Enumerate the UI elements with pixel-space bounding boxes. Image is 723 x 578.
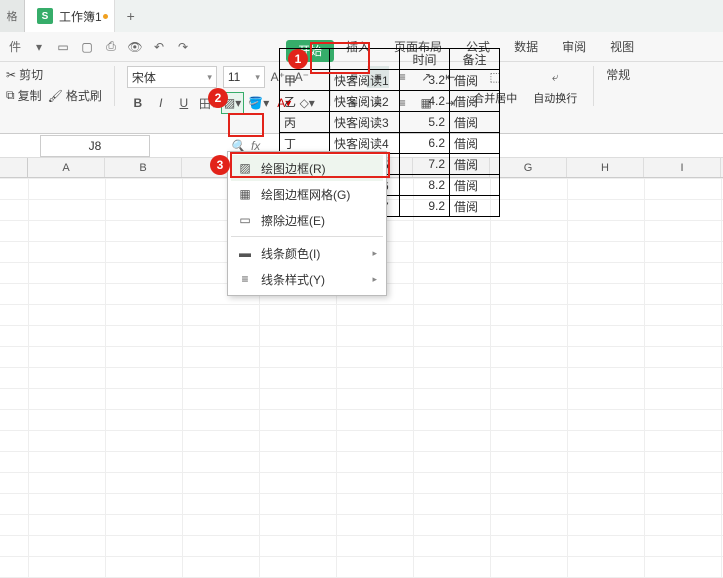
menu-draw-grid[interactable]: ▦ 绘图边框网格(G)	[231, 181, 383, 207]
redo-icon[interactable]: ↷	[172, 36, 194, 58]
wps-sheet-icon: S	[37, 8, 53, 24]
cell[interactable]: 5.2	[400, 112, 450, 133]
name-box[interactable]: J8	[40, 135, 150, 157]
callout-box-1	[310, 42, 370, 74]
eraser-icon: ▭	[237, 212, 253, 228]
menu-separator	[231, 236, 383, 237]
menu-erase-border[interactable]: ▭ 擦除边框(E)	[231, 207, 383, 233]
font-name-select[interactable]: 宋体▾	[127, 66, 217, 88]
wrap-text-icon: ⤶	[544, 66, 566, 88]
cell[interactable]: 8.2	[400, 175, 450, 196]
cell[interactable]: 9.2	[400, 196, 450, 217]
open-icon[interactable]: ▢	[76, 36, 98, 58]
fill-color-button[interactable]: 🪣▾	[245, 92, 272, 114]
callout-badge-2: 2	[208, 88, 228, 108]
cell[interactable]: 借阅	[450, 112, 500, 133]
line-style-icon: ≡	[237, 271, 253, 287]
print-icon[interactable]: ⎙	[100, 36, 122, 58]
copy-button[interactable]: ⧉复制	[6, 87, 42, 104]
cell[interactable]: 乙	[280, 91, 330, 112]
col-header[interactable]: G	[490, 158, 567, 177]
format-painter-button[interactable]: 🖌格式刷	[48, 87, 102, 104]
copy-icon: ⧉	[6, 88, 15, 103]
cell[interactable]: 借阅	[450, 175, 500, 196]
callout-badge-3: 3	[210, 155, 230, 175]
menu-line-color[interactable]: ▬ 线条颜色(I) ▸	[231, 240, 383, 266]
tab-view[interactable]: 视图	[598, 32, 646, 62]
cell[interactable]: 4.2	[400, 91, 450, 112]
cell[interactable]: 7.2	[400, 154, 450, 175]
select-all-corner[interactable]	[0, 158, 28, 177]
cell[interactable]: 借阅	[450, 196, 500, 217]
grid-border-icon: ▦	[237, 186, 253, 202]
cell[interactable]: 借阅	[450, 133, 500, 154]
bold-button[interactable]: B	[127, 92, 149, 114]
workbook-tab[interactable]: S 工作簿1	[25, 0, 115, 32]
separator	[593, 66, 594, 106]
col-header[interactable]: I	[644, 158, 721, 177]
cell-header[interactable]: 备注	[450, 49, 500, 70]
title-tabbar: 格 S 工作簿1 +	[0, 0, 723, 32]
cell-header[interactable]: 时间	[400, 49, 450, 70]
cell[interactable]: 借阅	[450, 154, 500, 175]
underline-button[interactable]: U	[173, 92, 195, 114]
scissors-icon: ✂	[6, 68, 16, 82]
brush-icon: 🖌	[48, 89, 63, 103]
callout-box-2	[228, 113, 264, 137]
cell[interactable]: 快客阅读2	[330, 91, 400, 112]
submenu-arrow-icon: ▸	[372, 248, 377, 259]
font-size-select[interactable]: 11▾	[223, 66, 265, 88]
color-swatch-icon: ▬	[237, 245, 253, 261]
cell[interactable]: 3.2	[400, 70, 450, 91]
italic-button[interactable]: I	[150, 92, 172, 114]
workbook-title: 工作簿1	[59, 8, 102, 25]
undo-icon[interactable]: ↶	[148, 36, 170, 58]
menu-line-style[interactable]: ≡ 线条样式(Y) ▸	[231, 266, 383, 292]
new-tab-button[interactable]: +	[115, 0, 147, 32]
callout-box-3	[230, 152, 390, 178]
save-icon[interactable]: ▭	[52, 36, 74, 58]
col-header[interactable]: H	[567, 158, 644, 177]
tab-fragment[interactable]: 格	[0, 0, 25, 32]
callout-badge-1: 1	[288, 49, 308, 69]
col-header[interactable]: B	[105, 158, 182, 177]
wrap-text-group[interactable]: ⤶ 自动换行	[529, 66, 581, 106]
file-menu-button[interactable]: 件	[4, 36, 26, 58]
unsaved-indicator	[103, 14, 108, 19]
tab-review[interactable]: 审阅	[550, 32, 598, 62]
number-format-select[interactable]: 常规	[606, 66, 630, 83]
cut-button[interactable]: ✂剪切	[6, 66, 43, 83]
cell[interactable]: 借阅	[450, 70, 500, 91]
submenu-arrow-icon: ▸	[372, 274, 377, 285]
cell[interactable]: 快客阅读3	[330, 112, 400, 133]
cell[interactable]: 借阅	[450, 91, 500, 112]
cell[interactable]: 6.2	[400, 133, 450, 154]
preview-icon[interactable]: 👁	[124, 36, 146, 58]
dropdown-caret-icon[interactable]: ▾	[28, 36, 50, 58]
separator	[114, 66, 115, 106]
cell[interactable]: 丙	[280, 112, 330, 133]
col-header[interactable]: A	[28, 158, 105, 177]
tab-data[interactable]: 数据	[502, 32, 550, 62]
